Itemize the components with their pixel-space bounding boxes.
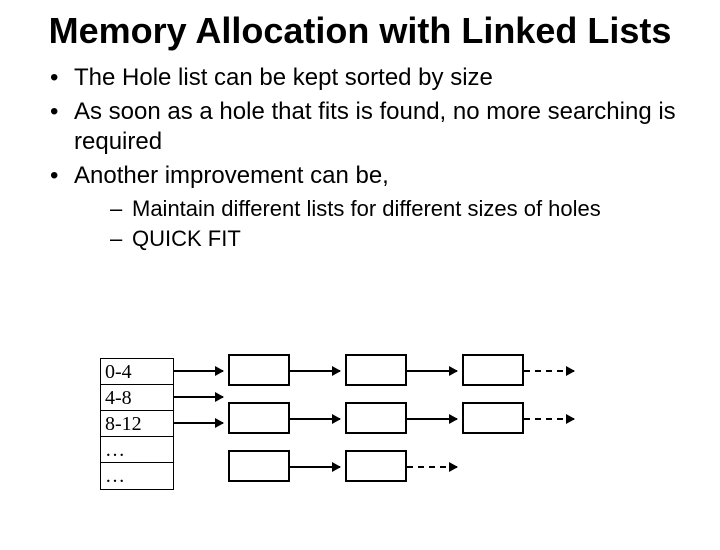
list-node bbox=[462, 402, 524, 434]
dashed-arrow-icon bbox=[524, 418, 574, 420]
sub-bullet-list: Maintain different lists for different s… bbox=[110, 195, 690, 252]
list-node bbox=[228, 450, 290, 482]
bullet-list: The Hole list can be kept sorted by size… bbox=[50, 63, 690, 252]
dashed-arrow-icon bbox=[524, 370, 574, 372]
arrow-icon bbox=[407, 418, 457, 420]
arrow-icon bbox=[290, 370, 340, 372]
size-cell: 0-4 bbox=[101, 359, 173, 385]
bullet-item: The Hole list can be kept sorted by size bbox=[50, 63, 690, 93]
arrow-icon bbox=[290, 466, 340, 468]
list-node bbox=[345, 354, 407, 386]
size-cell: … bbox=[101, 437, 173, 463]
list-node bbox=[345, 450, 407, 482]
list-node bbox=[345, 402, 407, 434]
dashed-arrow-icon bbox=[407, 466, 457, 468]
sub-bullet-item: Maintain different lists for different s… bbox=[110, 195, 690, 223]
arrow-icon bbox=[173, 396, 223, 398]
list-node bbox=[462, 354, 524, 386]
slide-title: Memory Allocation with Linked Lists bbox=[40, 10, 680, 51]
sub-bullet-item: QUICK FIT bbox=[110, 225, 690, 253]
arrow-icon bbox=[290, 418, 340, 420]
arrow-icon bbox=[173, 370, 223, 372]
bullet-item: As soon as a hole that fits is found, no… bbox=[50, 97, 690, 157]
bullet-item: Another improvement can be, bbox=[50, 161, 690, 191]
size-cell: … bbox=[101, 463, 173, 489]
arrow-icon bbox=[407, 370, 457, 372]
size-cell: 8-12 bbox=[101, 411, 173, 437]
size-cell: 4-8 bbox=[101, 385, 173, 411]
arrow-icon bbox=[173, 422, 223, 424]
list-node bbox=[228, 402, 290, 434]
list-node bbox=[228, 354, 290, 386]
size-table: 0-4 4-8 8-12 … … bbox=[100, 358, 174, 490]
